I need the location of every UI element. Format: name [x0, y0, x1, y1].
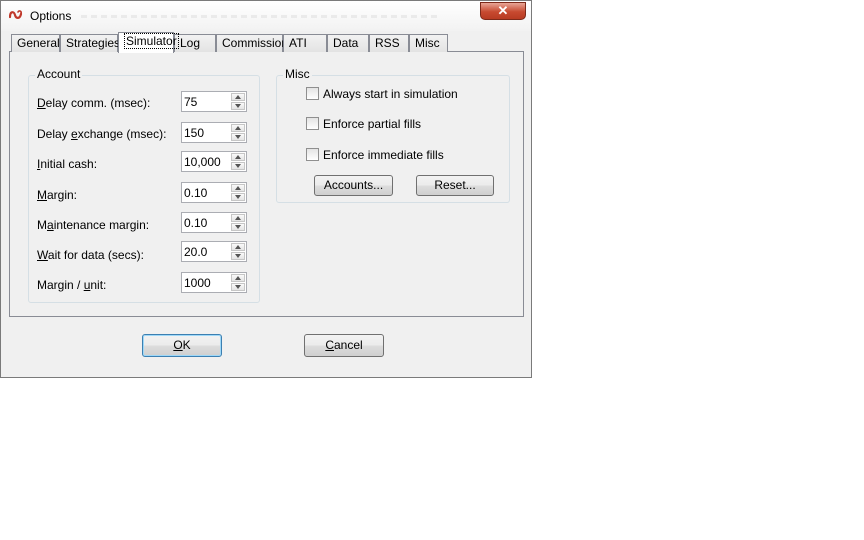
- tab-strategies[interactable]: Strategies: [60, 34, 120, 52]
- tab-misc[interactable]: Misc: [409, 34, 448, 52]
- spin-up-icon[interactable]: [231, 153, 245, 161]
- delay-comm-label: Delay comm. (msec):: [37, 96, 151, 110]
- ok-button[interactable]: OK: [142, 334, 222, 357]
- wait-for-data-value: 20.0: [184, 245, 208, 259]
- spin-up-icon[interactable]: [231, 93, 245, 101]
- checkbox-box[interactable]: [306, 148, 319, 161]
- maintenance-margin-spinner[interactable]: 0.10: [181, 212, 247, 233]
- title-background-blur: [81, 15, 441, 18]
- tab-log[interactable]: Log: [174, 34, 216, 52]
- tab-general[interactable]: General: [11, 34, 60, 52]
- delay-comm-spinner[interactable]: 75: [181, 91, 247, 112]
- margin-per-unit-spinner[interactable]: 1000: [181, 272, 247, 293]
- spin-down-icon[interactable]: [231, 193, 245, 201]
- spin-up-icon[interactable]: [231, 184, 245, 192]
- account-group-title: Account: [35, 67, 83, 81]
- spin-down-icon[interactable]: [231, 283, 245, 291]
- spin-up-icon[interactable]: [231, 214, 245, 222]
- simulator-tab-panel: Account Delay comm. (msec): 75 Delay exc…: [9, 51, 524, 317]
- maintenance-margin-value: 0.10: [184, 216, 208, 230]
- checkbox-box[interactable]: [306, 87, 319, 100]
- options-dialog: Options ✕ Account Delay comm. (msec): 75…: [0, 0, 532, 378]
- margin-per-unit-value: 1000: [184, 276, 211, 290]
- spin-up-icon[interactable]: [231, 124, 245, 132]
- tab-strip: General Strategies Simulator Log Commiss…: [11, 32, 531, 53]
- margin-label: Margin:: [37, 188, 78, 202]
- tab-commission[interactable]: Commission: [216, 34, 288, 52]
- maintenance-margin-label: Maintenance margin:: [37, 218, 150, 232]
- tab-rss[interactable]: RSS: [369, 34, 409, 52]
- misc-group-title: Misc: [283, 67, 312, 81]
- delay-exchange-spinner[interactable]: 150: [181, 122, 247, 143]
- spin-down-icon[interactable]: [231, 223, 245, 231]
- reset-button[interactable]: Reset...: [416, 175, 494, 196]
- spin-down-icon[interactable]: [231, 133, 245, 141]
- initial-cash-label: Initial cash:: [37, 157, 98, 171]
- initial-cash-spinner[interactable]: 10,000: [181, 151, 247, 172]
- wait-for-data-spinner[interactable]: 20.0: [181, 241, 247, 262]
- title-bar[interactable]: Options ✕: [1, 1, 531, 31]
- close-icon: ✕: [497, 3, 509, 18]
- margin-spinner[interactable]: 0.10: [181, 182, 247, 203]
- wait-for-data-label: Wait for data (secs):: [37, 248, 144, 262]
- spin-down-icon[interactable]: [231, 162, 245, 170]
- spin-up-icon[interactable]: [231, 274, 245, 282]
- close-button[interactable]: ✕: [480, 2, 526, 20]
- checkbox-box[interactable]: [306, 117, 319, 130]
- initial-cash-value: 10,000: [184, 155, 221, 169]
- margin-per-unit-label: Margin / unit:: [37, 278, 107, 292]
- spin-up-icon[interactable]: [231, 243, 245, 251]
- window-title: Options: [30, 9, 72, 23]
- delay-exchange-label: Delay exchange (msec):: [37, 127, 167, 141]
- spin-down-icon[interactable]: [231, 102, 245, 110]
- accounts-button[interactable]: Accounts...: [314, 175, 393, 196]
- delay-exchange-value: 150: [184, 126, 205, 140]
- cancel-button[interactable]: Cancel: [304, 334, 384, 357]
- tab-simulator[interactable]: Simulator: [118, 32, 179, 53]
- margin-value: 0.10: [184, 186, 208, 200]
- app-logo-icon: [9, 10, 23, 19]
- delay-comm-value: 75: [184, 95, 198, 109]
- tab-data[interactable]: Data: [327, 34, 369, 52]
- tab-ati[interactable]: ATI: [283, 34, 327, 52]
- spin-down-icon[interactable]: [231, 252, 245, 260]
